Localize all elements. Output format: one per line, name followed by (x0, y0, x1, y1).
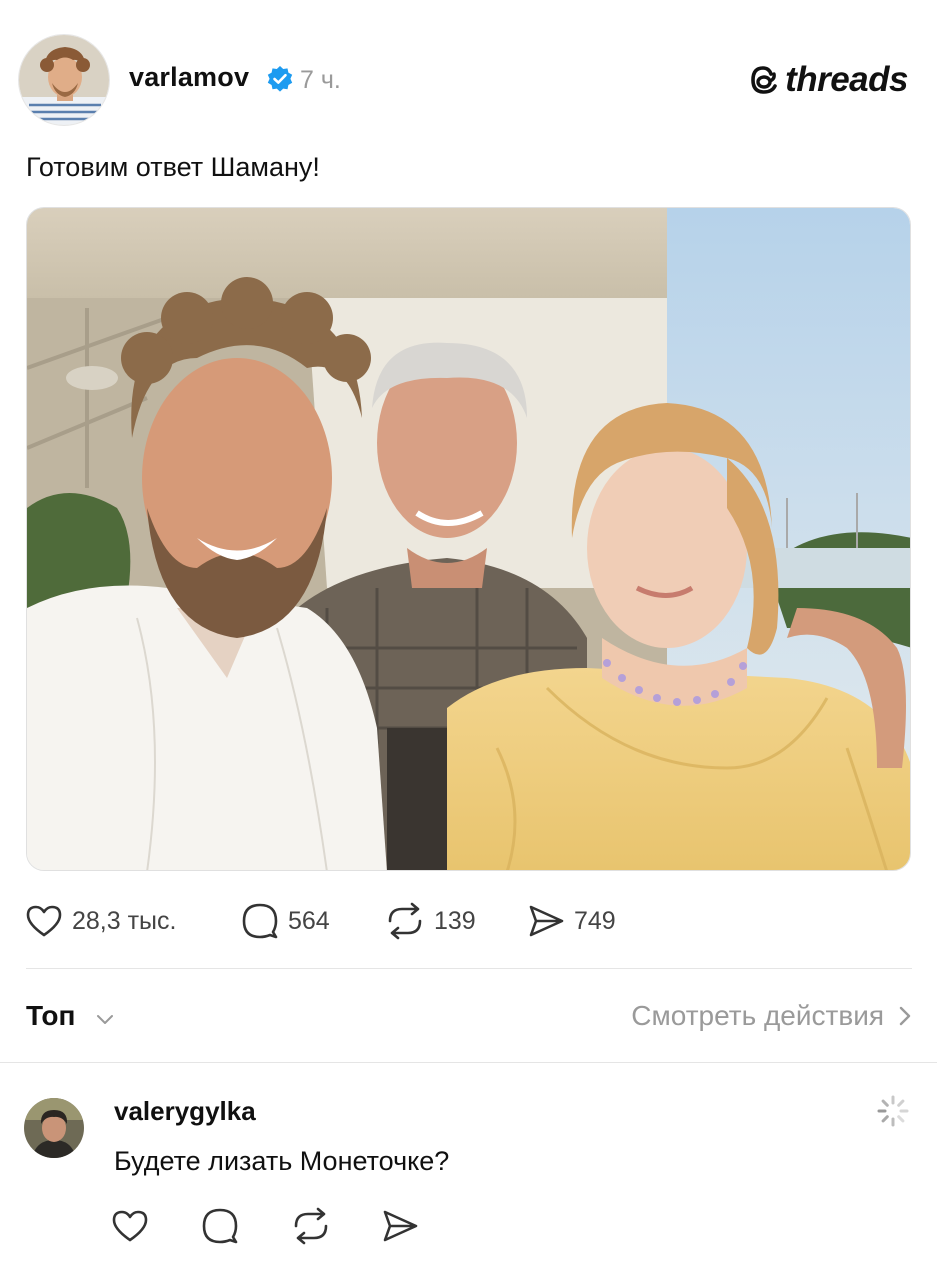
threads-logo: threads (747, 60, 908, 100)
reply-text: Будете лизать Монеточке? (114, 1146, 450, 1176)
share-button[interactable]: 749 (526, 898, 616, 944)
reply-item: valerygylka Будете лизать Монеточке? (24, 1092, 914, 1272)
post-actions: 28,3 тыс. 564 139 749 (24, 898, 724, 944)
chevron-right-icon (899, 1006, 911, 1026)
heart-icon (26, 905, 62, 937)
repost-button[interactable]: 139 (384, 898, 476, 944)
send-icon[interactable] (380, 1206, 420, 1246)
post-header: varlamov 7 ч. threads (18, 34, 918, 130)
loading-spinner-icon (876, 1094, 910, 1128)
post-time: 7 ч. (300, 66, 341, 94)
repost-icon[interactable] (290, 1206, 330, 1246)
threads-at-icon (751, 66, 777, 94)
chevron-down-icon[interactable] (94, 1008, 116, 1030)
comment-icon[interactable] (200, 1206, 240, 1246)
post-photo[interactable] (26, 207, 911, 871)
heart-icon[interactable] (110, 1206, 150, 1246)
view-activity-label: Смотреть действия (631, 1000, 884, 1031)
threads-wordmark: threads (785, 60, 908, 99)
like-button[interactable]: 28,3 тыс. (24, 898, 176, 944)
repost-count: 139 (434, 906, 476, 935)
author-username[interactable]: varlamov (129, 62, 249, 93)
divider (0, 1062, 937, 1063)
send-icon (529, 905, 564, 937)
replies-sort-row: Топ Смотреть действия (26, 996, 912, 1040)
reply-button[interactable]: 564 (240, 898, 330, 944)
view-activity-link[interactable]: Смотреть действия (631, 1000, 912, 1032)
commenter-avatar[interactable] (24, 1098, 84, 1158)
divider (26, 968, 912, 969)
sort-dropdown-label[interactable]: Топ (26, 1000, 75, 1032)
reply-actions (110, 1206, 430, 1246)
author-avatar[interactable] (18, 34, 110, 126)
like-count: 28,3 тыс. (72, 906, 177, 935)
share-count: 749 (574, 906, 616, 935)
post-text: Готовим ответ Шаману! (26, 152, 320, 182)
comment-icon (242, 903, 278, 939)
commenter-username[interactable]: valerygylka (114, 1096, 256, 1127)
repost-icon (388, 902, 422, 940)
reply-count: 564 (288, 906, 330, 935)
verified-badge-icon (266, 65, 294, 93)
